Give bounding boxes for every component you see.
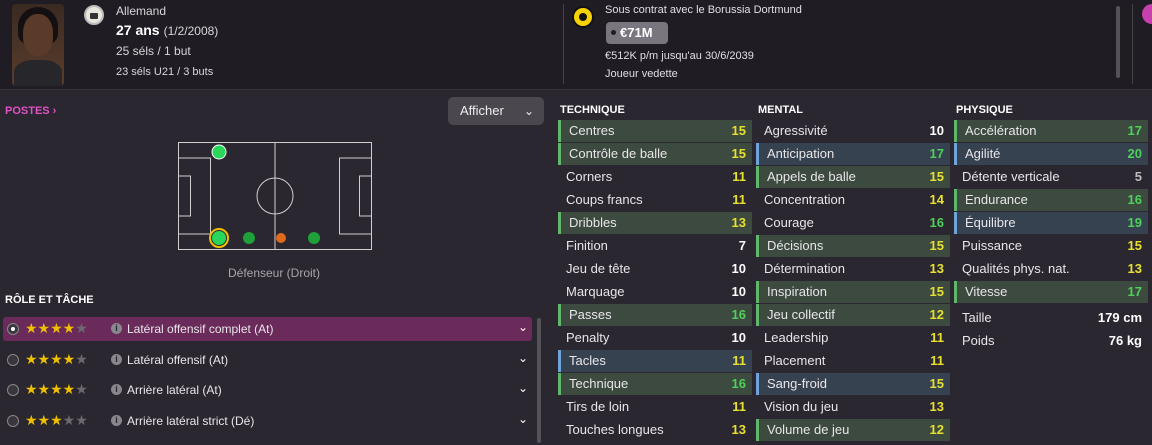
info-icon[interactable]: i bbox=[111, 323, 122, 334]
chevron-down-icon[interactable]: ⌄ bbox=[518, 351, 528, 365]
player-header: Allemand 27 ans (1/2/2008) 25 séls / 1 bu… bbox=[0, 0, 1152, 90]
info-icon[interactable]: i bbox=[111, 354, 122, 365]
positions-panel: POSTES › Afficher ⌄ Défenseur (Droit) RÔ… bbox=[0, 90, 548, 445]
attribute-row[interactable]: Détermination 13 bbox=[756, 258, 950, 280]
attribute-row[interactable]: Finition 7 bbox=[558, 235, 752, 257]
attribute-row[interactable]: Passes 16 bbox=[558, 304, 752, 326]
player-age: 27 ans (1/2/2008) bbox=[116, 22, 219, 38]
attribute-row[interactable]: Tirs de loin 11 bbox=[558, 396, 752, 418]
nation-badge-icon[interactable] bbox=[84, 5, 104, 25]
wage-text: €512K p/m jusqu'au 30/6/2039 bbox=[605, 50, 754, 62]
attribute-row[interactable]: Dribbles 13 bbox=[558, 212, 752, 234]
international-caps: 25 séls / 1 but bbox=[116, 44, 191, 58]
club-logo-icon[interactable] bbox=[572, 6, 594, 28]
attribute-row[interactable]: Tacles 11 bbox=[558, 350, 752, 372]
position-dot-wide-mid bbox=[308, 232, 320, 244]
afficher-label: Afficher bbox=[460, 103, 504, 118]
attribute-row[interactable]: Endurance 16 bbox=[954, 189, 1148, 211]
role-name: Arrière latéral (At) bbox=[127, 383, 222, 397]
attribute-row[interactable]: Inspiration 15 bbox=[756, 281, 950, 303]
attribute-row[interactable]: Agressivité 10 bbox=[756, 120, 950, 142]
attribute-row[interactable]: Volume de jeu 12 bbox=[756, 419, 950, 441]
divider bbox=[1132, 4, 1133, 84]
mental-title: MENTAL bbox=[758, 104, 804, 116]
nationality: Allemand bbox=[116, 4, 167, 18]
role-radio[interactable] bbox=[7, 415, 19, 427]
attribute-row[interactable]: Puissance 15 bbox=[954, 235, 1148, 257]
attribute-row[interactable]: Qualités phys. nat. 13 bbox=[954, 258, 1148, 280]
attribute-row[interactable]: Technique 16 bbox=[558, 373, 752, 395]
role-name: Arrière latéral strict (Dé) bbox=[127, 414, 255, 428]
attribute-row[interactable]: Jeu collectif 12 bbox=[756, 304, 950, 326]
mental-column: MENTAL Agressivité 10 Anticipation 17 Appe… bbox=[756, 90, 956, 445]
attribute-row[interactable]: Courage 16 bbox=[756, 212, 950, 234]
info-icon[interactable]: i bbox=[111, 384, 122, 395]
technique-column: TECHNIQUE Centres 15 Contrôle de balle 15 … bbox=[558, 90, 758, 445]
transfer-value-tag[interactable]: €71M bbox=[606, 22, 668, 44]
attribute-row[interactable]: Coups francs 11 bbox=[558, 189, 752, 211]
attribute-row[interactable]: Vision du jeu 13 bbox=[756, 396, 950, 418]
role-stars: ★★★★★ bbox=[25, 381, 88, 397]
header-scrollbar[interactable] bbox=[1116, 6, 1120, 78]
positions-link[interactable]: POSTES › bbox=[5, 105, 56, 117]
attribute-row[interactable]: Jeu de tête 10 bbox=[558, 258, 752, 280]
role-stars: ★★★★★ bbox=[25, 412, 88, 428]
chevron-down-icon[interactable]: ⌄ bbox=[518, 381, 528, 395]
attribute-row[interactable]: Décisions 15 bbox=[756, 235, 950, 257]
role-row[interactable]: ★★★★★ i Latéral offensif (At) ⌄ bbox=[3, 348, 532, 372]
squad-status: Joueur vedette bbox=[605, 68, 678, 80]
position-dot-defensive-mid bbox=[243, 232, 255, 244]
technique-title: TECHNIQUE bbox=[560, 104, 625, 116]
attribute-row[interactable]: Accélération 17 bbox=[954, 120, 1148, 142]
roles-title: RÔLE ET TÂCHE bbox=[5, 294, 94, 306]
divider bbox=[563, 4, 564, 84]
attribute-row[interactable]: Sang-froid 15 bbox=[756, 373, 950, 395]
attribute-row[interactable]: Contrôle de balle 15 bbox=[558, 143, 752, 165]
physique-title: PHYSIQUE bbox=[956, 104, 1013, 116]
physique-column: PHYSIQUE Accélération 17 Agilité 20 Détent… bbox=[954, 90, 1152, 445]
u21-caps: 23 séls U21 / 3 buts bbox=[116, 66, 214, 78]
attribute-row[interactable]: Appels de balle 15 bbox=[756, 166, 950, 188]
role-radio[interactable] bbox=[7, 323, 19, 335]
height-row: Taille 179 cm bbox=[962, 310, 1142, 325]
attribute-row[interactable]: Touches longues 13 bbox=[558, 419, 752, 441]
position-label: Défenseur (Droit) bbox=[227, 266, 321, 280]
date-of-birth: (1/2/2008) bbox=[163, 24, 219, 38]
attribute-row[interactable]: Placement 11 bbox=[756, 350, 950, 372]
attribute-row[interactable]: Penalty 10 bbox=[558, 327, 752, 349]
role-name: Latéral offensif complet (At) bbox=[127, 322, 274, 336]
weight-row: Poids 76 kg bbox=[962, 333, 1142, 348]
attribute-row[interactable]: Centres 15 bbox=[558, 120, 752, 142]
position-dot-midfield bbox=[276, 233, 286, 243]
role-stars: ★★★★★ bbox=[25, 320, 88, 336]
role-stars: ★★★★★ bbox=[25, 351, 88, 367]
attribute-row[interactable]: Leadership 11 bbox=[756, 327, 950, 349]
afficher-dropdown[interactable]: Afficher ⌄ bbox=[448, 97, 544, 125]
role-row[interactable]: ★★★★★ i Arrière latéral (At) ⌄ bbox=[3, 378, 532, 402]
attribute-row[interactable]: Marquage 10 bbox=[558, 281, 752, 303]
chevron-down-icon[interactable]: ⌄ bbox=[518, 412, 528, 426]
role-radio[interactable] bbox=[7, 354, 19, 366]
role-row[interactable]: ★★★★★ i Latéral offensif complet (At) ⌄ bbox=[3, 317, 532, 341]
menu-dot-icon[interactable] bbox=[1142, 4, 1152, 24]
chevron-down-icon: ⌄ bbox=[523, 104, 534, 118]
role-row[interactable]: ★★★★★ i Arrière latéral strict (Dé) ⌄ bbox=[3, 409, 532, 433]
contract-text: Sous contrat avec le Borussia Dortmund bbox=[605, 4, 802, 16]
attribute-row[interactable]: Concentration 14 bbox=[756, 189, 950, 211]
role-name: Latéral offensif (At) bbox=[127, 353, 229, 367]
attribute-row[interactable]: Équilibre 19 bbox=[954, 212, 1148, 234]
attribute-row[interactable]: Détente verticale 5 bbox=[954, 166, 1148, 188]
attribute-row[interactable]: Corners 11 bbox=[558, 166, 752, 188]
chevron-down-icon[interactable]: ⌄ bbox=[518, 320, 528, 334]
attribute-row[interactable]: Vitesse 17 bbox=[954, 281, 1148, 303]
attribute-row[interactable]: Anticipation 17 bbox=[756, 143, 950, 165]
roles-scrollbar[interactable] bbox=[537, 318, 541, 443]
position-dot-fullback bbox=[212, 231, 226, 245]
player-avatar bbox=[12, 4, 64, 86]
attribute-row[interactable]: Agilité 20 bbox=[954, 143, 1148, 165]
info-icon[interactable]: i bbox=[111, 415, 122, 426]
pitch-diagram bbox=[178, 142, 372, 250]
role-radio[interactable] bbox=[7, 384, 19, 396]
position-dot-wing-back bbox=[211, 144, 227, 160]
